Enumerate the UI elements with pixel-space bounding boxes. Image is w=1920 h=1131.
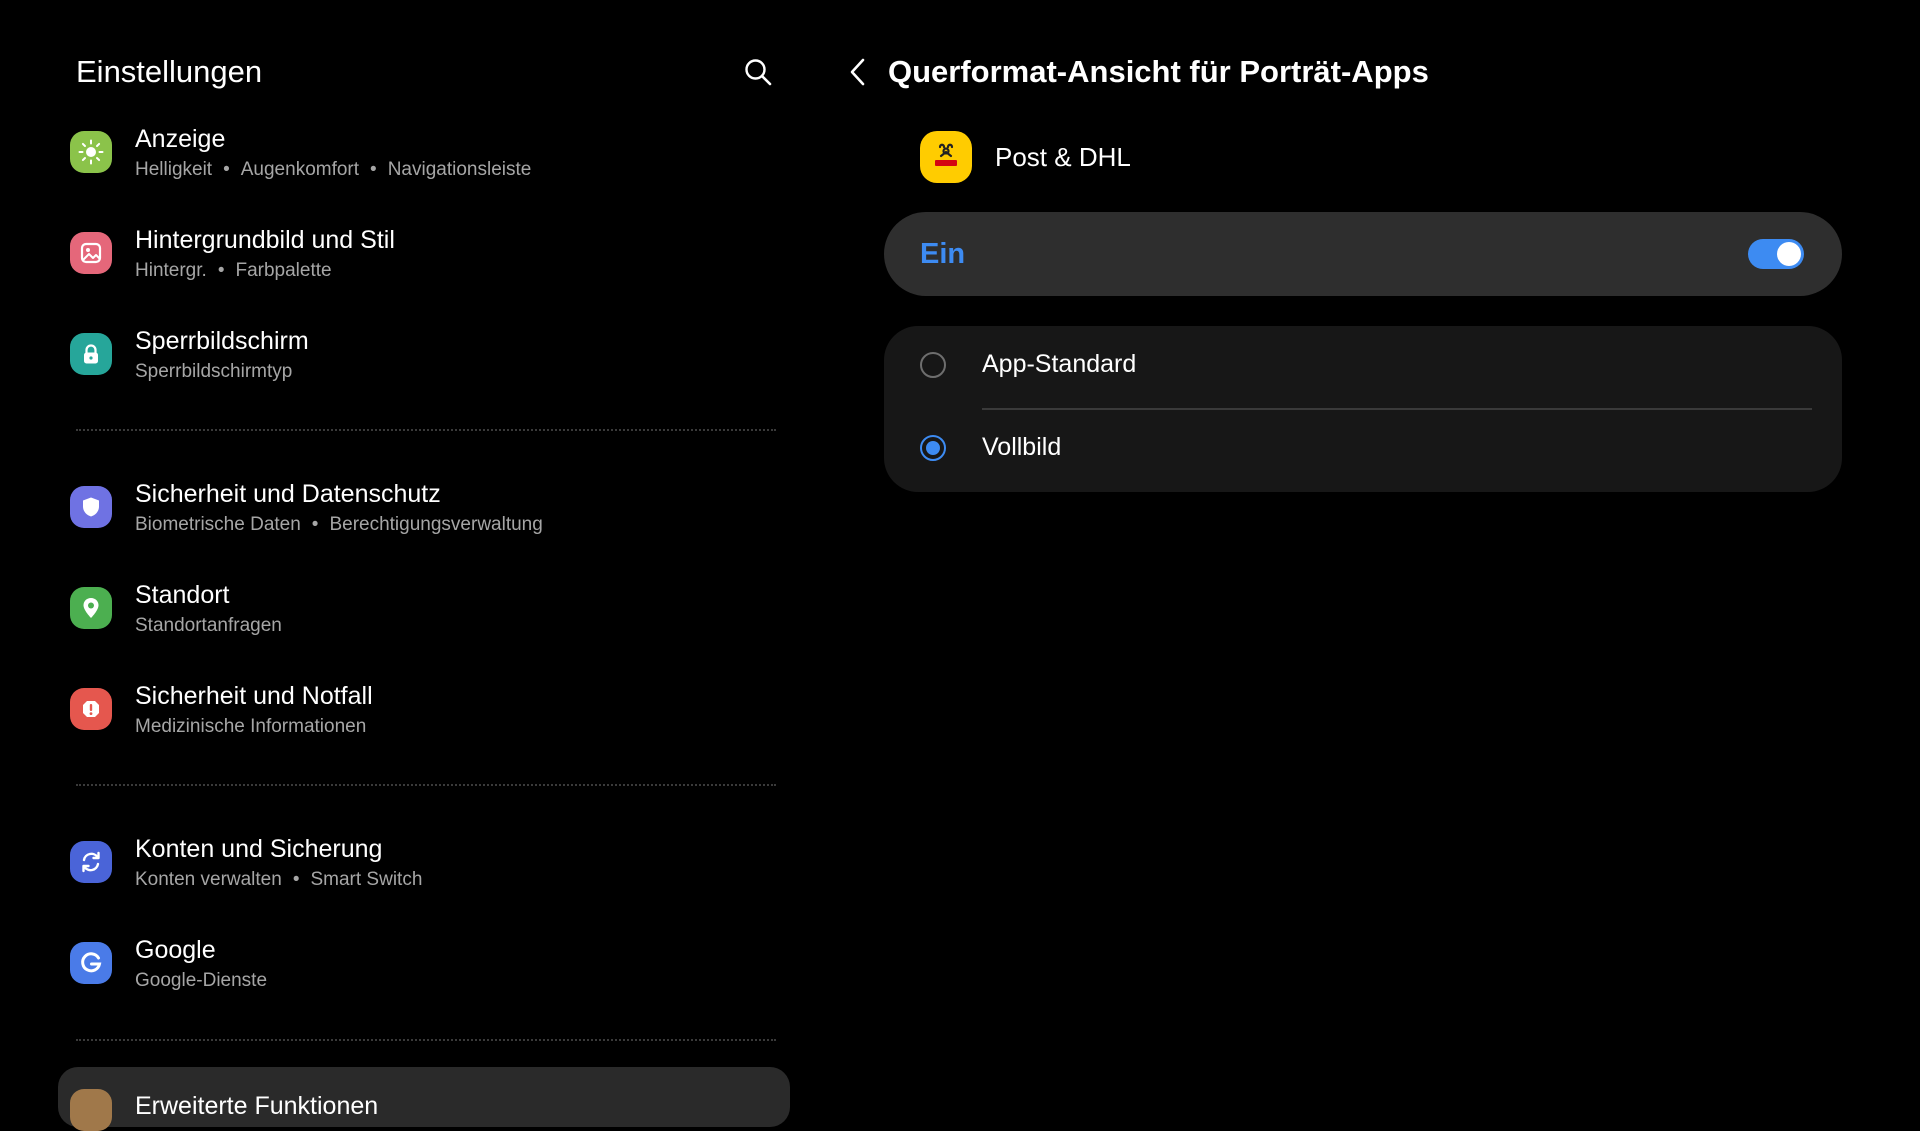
settings-item-title: Konten und Sicherung (135, 835, 383, 863)
location-pin-icon (70, 587, 112, 629)
settings-item-title: Sperrbildschirm (135, 327, 309, 355)
settings-item-title: Hintergrundbild und Stil (135, 226, 395, 254)
settings-item-title: Sicherheit und Notfall (135, 682, 373, 710)
settings-item-erweiterte-funktionen[interactable]: Erweiterte Funktionen (58, 1067, 790, 1131)
option-label: App-Standard (982, 350, 1137, 378)
option-vollbild[interactable]: Vollbild (884, 409, 1842, 492)
section-divider (76, 784, 776, 786)
settings-list-pane: Einstellungen Anzeige Helligkeit • Augenko… (0, 0, 800, 1131)
display-options-card: App-Standard Vollbild (884, 326, 1842, 492)
settings-item-subtitle: Google-Dienste (135, 970, 268, 991)
dhl-app-icon (920, 131, 972, 183)
settings-item-subtitle: Biometrische Daten • Berechtigungsverwaltu… (135, 514, 543, 535)
subtitle-part: Helligkeit (135, 159, 213, 180)
sync-icon (70, 841, 112, 883)
lock-icon (70, 333, 112, 375)
subtitle-part: Konten verwalten (135, 869, 282, 890)
toggle-state-label: Ein (920, 238, 966, 270)
settings-item-title: Sicherheit und Datenschutz (135, 480, 441, 508)
subtitle-part: Navigationsleiste (387, 159, 532, 180)
sun-icon (70, 131, 112, 173)
settings-item-title: Anzeige (135, 125, 226, 153)
chevron-left-icon (850, 58, 865, 86)
search-button[interactable] (742, 56, 774, 88)
section-divider (76, 1039, 776, 1041)
settings-item-title: Standort (135, 581, 230, 609)
subtitle-part: Augenkomfort (240, 159, 360, 180)
subtitle-part: Farbpalette (235, 260, 332, 281)
settings-item-subtitle: Helligkeit • Augenkomfort • Navigationsleist… (135, 159, 532, 180)
settings-item-google[interactable]: Google Google-Dienste (60, 922, 780, 1006)
detail-pane: Querformat-Ansicht für Porträt-Apps Post… (820, 0, 1920, 1098)
settings-header: Einstellungen (76, 52, 776, 92)
subtitle-part: Berechtigungsverwaltung (329, 514, 543, 535)
shield-icon (70, 486, 112, 528)
detail-title: Querformat-Ansicht für Porträt-Apps (888, 54, 1429, 89)
settings-item-konten-sicherung[interactable]: Konten und Sicherung Konten verwalten • Sm… (60, 821, 780, 905)
master-toggle-card[interactable]: Ein (884, 212, 1842, 296)
settings-item-subtitle: Sperrbildschirmtyp (135, 361, 293, 382)
settings-item-sicherheit-notfall[interactable]: Sicherheit und Notfall Medizinische Info… (60, 668, 780, 752)
settings-item-hintergrundbild[interactable]: Hintergrundbild und Stil Hintergr. • Farbp… (60, 212, 780, 296)
settings-item-title: Google (135, 936, 216, 964)
settings-item-standort[interactable]: Standort Standortanfragen (60, 567, 780, 651)
fullscreen-toggle-switch[interactable] (1748, 239, 1804, 269)
settings-item-subtitle: Medizinische Informationen (135, 716, 367, 737)
radio-button-selected[interactable] (920, 435, 946, 461)
advanced-features-icon (70, 1089, 112, 1131)
settings-item-subtitle: Standortanfragen (135, 615, 282, 636)
alert-icon (70, 688, 112, 730)
settings-item-sperrbildschirm[interactable]: Sperrbildschirm Sperrbildschirmtyp (60, 313, 780, 397)
image-icon (70, 232, 112, 274)
settings-item-anzeige[interactable]: Anzeige Helligkeit • Augenkomfort • Navigati… (60, 111, 780, 195)
google-icon (70, 942, 112, 984)
subtitle-part: Smart Switch (310, 869, 423, 890)
search-icon (745, 59, 772, 86)
back-button[interactable] (842, 52, 874, 92)
option-label: Vollbild (982, 433, 1062, 461)
section-divider (76, 429, 776, 431)
settings-item-subtitle: Hintergr. • Farbpalette (135, 260, 332, 281)
page-title: Einstellungen (76, 54, 263, 89)
subtitle-part: Hintergr. (135, 260, 207, 281)
switch-knob (1777, 242, 1801, 266)
settings-item-subtitle: Konten verwalten • Smart Switch (135, 869, 423, 890)
radio-button[interactable] (920, 352, 946, 378)
settings-item-sicherheit-datenschutz[interactable]: Sicherheit und Datenschutz Biometrische … (60, 466, 780, 550)
subtitle-part: Biometrische Daten (135, 514, 301, 535)
settings-item-title: Erweiterte Funktionen (135, 1092, 379, 1120)
option-app-standard[interactable]: App-Standard (884, 326, 1842, 410)
app-name: Post & DHL (995, 142, 1131, 172)
